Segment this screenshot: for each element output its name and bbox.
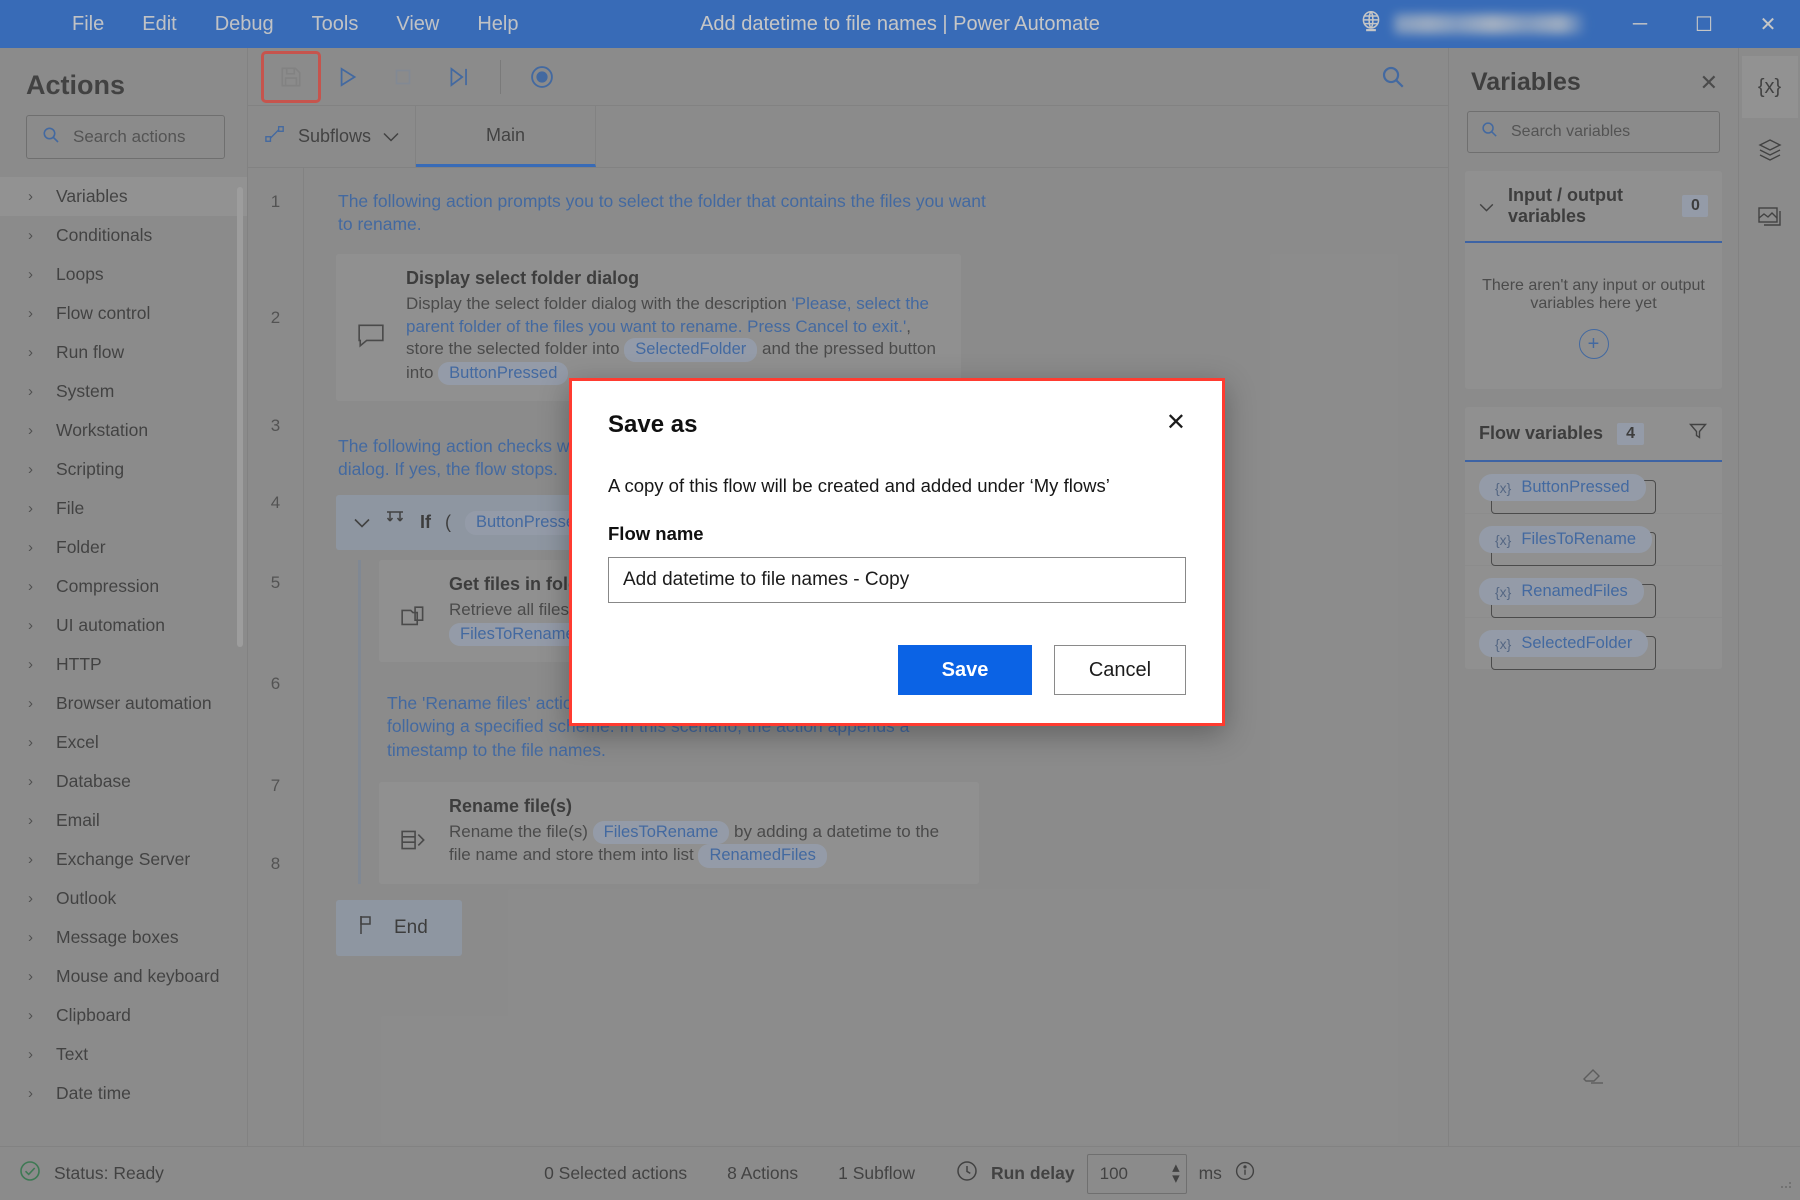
flow-name-input[interactable]: Add datetime to file names - Copy xyxy=(608,557,1186,603)
cancel-button[interactable]: Cancel xyxy=(1054,645,1186,695)
close-icon[interactable]: ✕ xyxy=(1166,411,1186,435)
power-automate-window: File Edit Debug Tools View Help Add date… xyxy=(0,0,1800,1200)
dialog-buttons: Save Cancel xyxy=(608,645,1186,695)
save-button[interactable]: Save xyxy=(898,645,1032,695)
flow-name-label: Flow name xyxy=(608,523,1186,545)
save-as-dialog: Save as ✕ A copy of this flow will be cr… xyxy=(569,378,1225,726)
dialog-header: Save as ✕ xyxy=(608,411,1186,439)
dialog-title: Save as xyxy=(608,411,697,439)
dialog-subtitle: A copy of this flow will be created and … xyxy=(608,475,1186,497)
